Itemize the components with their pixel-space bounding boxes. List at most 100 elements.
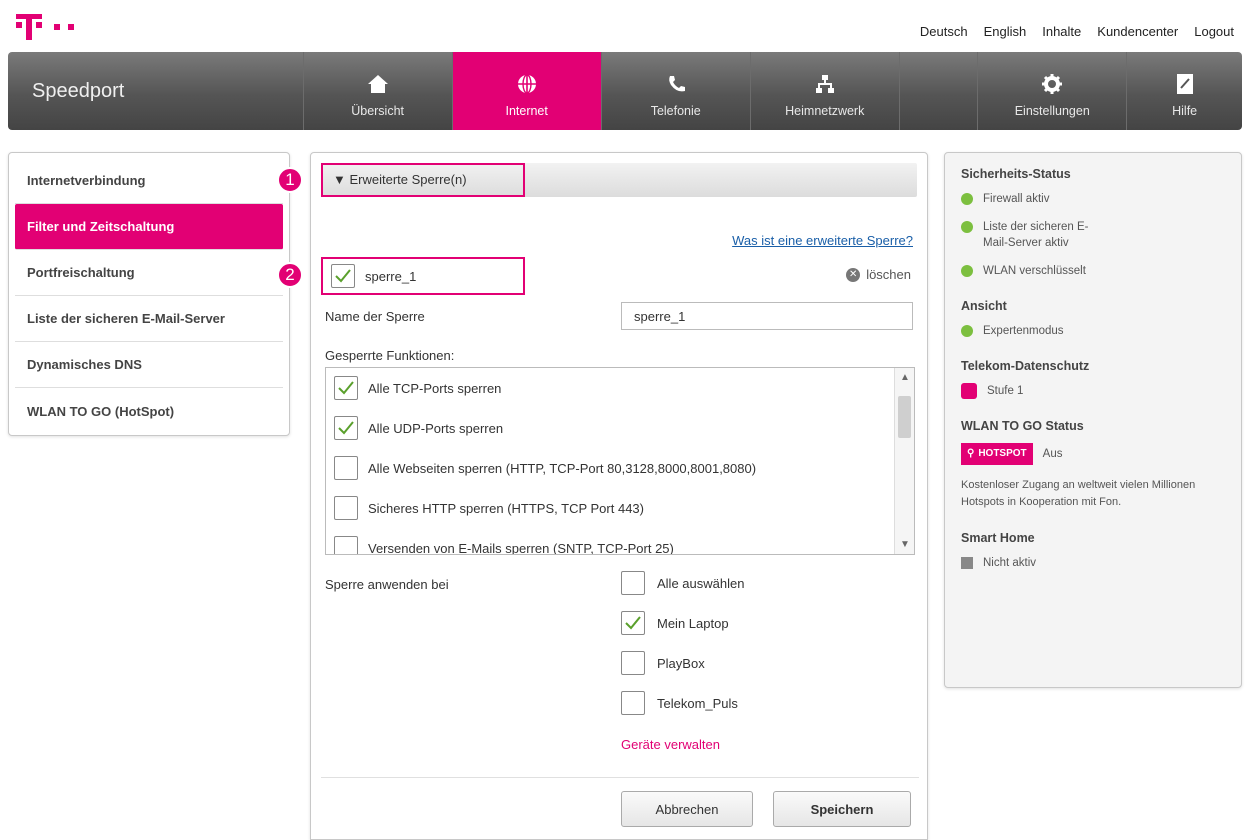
security-item: WLAN verschlüsselt (961, 263, 1225, 279)
status-ok-icon (961, 325, 973, 337)
device-label: Mein Laptop (657, 615, 729, 631)
sidebar-item-filter-timer[interactable]: Filter und Zeitschaltung (15, 204, 283, 250)
phone-icon (665, 72, 687, 96)
what-is-link[interactable]: Was ist eine erweiterte Sperre? (732, 233, 913, 248)
status-ok-icon (961, 221, 973, 233)
view-item[interactable]: Expertenmodus (961, 323, 1225, 339)
smarthome-item-label: Nicht aktiv (983, 557, 1037, 569)
smarthome-item[interactable]: Nicht aktiv (961, 555, 1225, 571)
nav-home-network[interactable]: Heimnetzwerk (749, 52, 899, 130)
nav-internet-label: Internet (505, 104, 548, 118)
function-label: Versenden von E-Mails sperren (SNTP, TCP… (368, 540, 674, 555)
function-checkbox[interactable] (334, 376, 358, 400)
rule-name: sperre_1 (365, 268, 417, 284)
main-panel: ▼ Erweiterte Sperre(n) Was ist eine erwe… (310, 152, 928, 840)
device-item[interactable]: PlayBox (621, 651, 705, 675)
divider (321, 777, 919, 778)
privacy-item[interactable]: Stufe 1 (961, 383, 1225, 399)
security-item-label: Firewall aktiv (983, 193, 1050, 205)
rule-name-input[interactable] (621, 302, 913, 330)
rule-checkbox[interactable] (331, 264, 355, 288)
status-ok-icon (961, 193, 973, 205)
function-item[interactable]: Alle TCP-Ports sperren (334, 376, 501, 400)
device-checkbox[interactable] (621, 571, 645, 595)
security-item-label: WLAN verschlüsselt (983, 265, 1086, 277)
scroll-up-icon[interactable]: ▲ (895, 372, 914, 383)
top-links: Deutsch English Inhalte Kundencenter Log… (920, 24, 1234, 39)
device-item[interactable]: Mein Laptop (621, 611, 729, 635)
device-item[interactable]: Telekom_Puls (621, 691, 738, 715)
name-label: Name der Sperre (325, 309, 425, 324)
delete-label: löschen (866, 267, 911, 282)
save-button[interactable]: Speichern (773, 791, 911, 827)
hotspot-status: Aus (1042, 448, 1063, 460)
network-icon (814, 72, 836, 96)
privacy-title: Telekom-Datenschutz (961, 359, 1090, 373)
step-badge-1: 1 (277, 167, 303, 193)
view-item-label: Expertenmodus (983, 325, 1064, 337)
device-checkbox[interactable] (621, 651, 645, 675)
privacy-item-label: Stufe 1 (987, 385, 1024, 397)
wifi-icon: ⚲ (967, 448, 975, 459)
contents-link[interactable]: Inhalte (1042, 24, 1081, 39)
nav-spacer (898, 52, 977, 130)
main-navbar: Speedport Übersicht Internet Telefonie H… (8, 52, 1242, 130)
lang-deutsch-link[interactable]: Deutsch (920, 24, 968, 39)
close-circle-icon: ✕ (846, 267, 861, 282)
nav-internet[interactable]: Internet (451, 52, 601, 130)
nav-telephony[interactable]: Telefonie (600, 52, 750, 130)
gear-icon (1041, 72, 1063, 96)
functions-scrollbar[interactable]: ▲ ▼ (894, 368, 914, 554)
view-title: Ansicht (961, 299, 1007, 313)
function-checkbox[interactable] (334, 416, 358, 440)
lang-english-link[interactable]: English (984, 24, 1027, 39)
privacy-person-icon (961, 383, 977, 399)
customer-center-link[interactable]: Kundencenter (1097, 24, 1178, 39)
function-checkbox[interactable] (334, 456, 358, 480)
apply-label: Sperre anwenden bei (325, 577, 449, 592)
telekom-logo[interactable] (14, 10, 104, 44)
sidebar-item-wlan-to-go[interactable]: WLAN TO GO (HotSpot) (15, 388, 283, 434)
scroll-down-icon[interactable]: ▼ (895, 539, 914, 550)
device-item[interactable]: Alle auswählen (621, 571, 744, 595)
device-label: PlayBox (657, 655, 705, 671)
sidebar-item-dynamic-dns[interactable]: Dynamisches DNS (15, 342, 283, 388)
rule-row: sperre_1 (331, 264, 416, 288)
nav-home-network-label: Heimnetzwerk (785, 104, 865, 118)
logout-link[interactable]: Logout (1194, 24, 1234, 39)
device-checkbox[interactable] (621, 691, 645, 715)
function-item[interactable]: Versenden von E-Mails sperren (SNTP, TCP… (334, 536, 674, 555)
section-header[interactable]: ▼ Erweiterte Sperre(n) (321, 163, 917, 197)
device-label: Alle auswählen (657, 575, 745, 591)
manage-devices-link[interactable]: Geräte verwalten (621, 737, 720, 752)
wlan-description: Kostenloser Zugang an weltweit vielen Mi… (961, 479, 1196, 508)
functions-list[interactable]: Alle TCP-Ports sperren Alle UDP-Ports sp… (325, 367, 915, 555)
sidebar-item-port-forwarding[interactable]: Portfreischaltung (15, 250, 283, 296)
smarthome-icon (961, 557, 973, 569)
function-label: Alle UDP-Ports sperren (368, 420, 504, 436)
device-checkbox[interactable] (621, 611, 645, 635)
function-item[interactable]: Alle Webseiten sperren (HTTP, TCP-Port 8… (334, 456, 756, 480)
function-item[interactable]: Sicheres HTTP sperren (HTTPS, TCP Port 4… (334, 496, 644, 520)
wlan-status-title: WLAN TO GO Status (961, 419, 1084, 433)
function-label: Sicheres HTTP sperren (HTTPS, TCP Port 4… (368, 500, 644, 516)
function-checkbox[interactable] (334, 496, 358, 520)
hotspot-badge: ⚲ HOTSPOT (961, 443, 1033, 465)
nav-overview-label: Übersicht (351, 104, 405, 118)
function-item[interactable]: Alle UDP-Ports sperren (334, 416, 503, 440)
status-panel: Sicherheits-Status Firewall aktiv Liste … (944, 152, 1242, 688)
nav-telephony-label: Telefonie (650, 104, 701, 118)
function-checkbox[interactable] (334, 536, 358, 554)
step-badge-2: 2 (277, 262, 303, 288)
security-item: Firewall aktiv (961, 191, 1225, 207)
hotspot-row[interactable]: ⚲ HOTSPOT Aus (961, 443, 1225, 465)
nav-settings[interactable]: Einstellungen (977, 52, 1126, 130)
sidebar-item-internet-connection[interactable]: Internetverbindung (15, 158, 283, 204)
delete-button[interactable]: ✕ löschen (846, 267, 911, 282)
scroll-thumb[interactable] (898, 396, 911, 438)
nav-overview[interactable]: Übersicht (302, 52, 452, 130)
cancel-button[interactable]: Abbrechen (621, 791, 753, 827)
sidebar-item-safe-mail-servers[interactable]: Liste der sicheren E-Mail-Server (15, 296, 283, 342)
nav-help[interactable]: Hilfe (1126, 52, 1242, 130)
device-label: Telekom_Puls (657, 695, 738, 711)
